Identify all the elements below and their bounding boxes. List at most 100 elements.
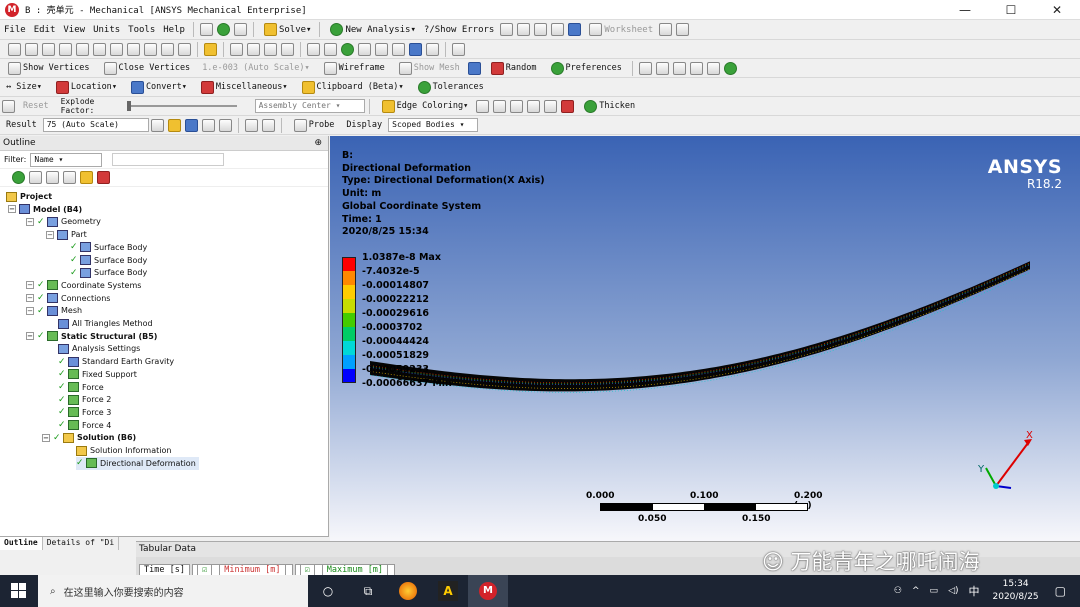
assembly-center-combo[interactable]: Assembly Center ▾ bbox=[254, 99, 365, 113]
pin-icon[interactable]: ⊕ bbox=[314, 136, 322, 151]
iso-view-icon[interactable] bbox=[375, 42, 388, 56]
color-icon[interactable] bbox=[568, 23, 582, 36]
expand-toggle-icon[interactable]: − bbox=[26, 217, 34, 226]
folder-icon[interactable] bbox=[80, 171, 93, 184]
tree-force-4[interactable]: ✓ Force 4 bbox=[58, 419, 111, 432]
edge-select-icon[interactable] bbox=[42, 42, 55, 56]
close-button[interactable]: ✕ bbox=[1034, 0, 1080, 20]
tree-connections[interactable]: − ✓ Connections bbox=[26, 292, 110, 305]
miscellaneous-button[interactable]: Miscellaneous ▾ bbox=[199, 80, 288, 94]
camera-icon[interactable] bbox=[409, 42, 422, 56]
menu-tools[interactable]: Tools bbox=[128, 25, 155, 35]
scale-combo[interactable]: 1.e-003 (Auto Scale) ▾ bbox=[202, 63, 309, 73]
arrows-icon[interactable] bbox=[233, 23, 247, 36]
worksheet-button[interactable]: Worksheet bbox=[587, 23, 653, 36]
select-all-icon[interactable] bbox=[178, 42, 191, 56]
tree-model[interactable]: − Model (B4) bbox=[8, 203, 82, 216]
tree-all-triangles[interactable]: All Triangles Method bbox=[58, 317, 153, 330]
close-vertices-button[interactable]: Close Vertices bbox=[102, 61, 190, 75]
set-view-icon[interactable] bbox=[392, 42, 405, 56]
contour-icon[interactable] bbox=[167, 118, 181, 132]
tray-chevron-icon[interactable]: ^ bbox=[912, 586, 920, 596]
expand-toggle-icon[interactable]: − bbox=[26, 332, 34, 341]
network-icon[interactable]: ▭ bbox=[930, 586, 939, 596]
pan-icon[interactable] bbox=[247, 42, 260, 56]
tree-gravity[interactable]: ✓ Standard Earth Gravity bbox=[58, 355, 174, 368]
tree-surface-body-3[interactable]: ✓ Surface Body bbox=[70, 266, 147, 279]
element-select-icon[interactable] bbox=[127, 42, 140, 56]
play-icon[interactable] bbox=[244, 118, 258, 132]
text-icon[interactable] bbox=[534, 23, 548, 36]
help-pointer-icon[interactable] bbox=[659, 23, 673, 36]
thicken-button[interactable]: Thicken bbox=[582, 99, 635, 113]
tree-directional-deformation[interactable]: ✓ Directional Deformation bbox=[76, 456, 199, 470]
probe-button[interactable]: Probe bbox=[292, 118, 334, 132]
expand-toggle-icon[interactable]: − bbox=[46, 230, 54, 239]
firefox-icon[interactable] bbox=[388, 575, 428, 607]
axis-triad[interactable]: X Y bbox=[976, 426, 1036, 496]
annotation-icon-3[interactable] bbox=[672, 61, 686, 75]
geometry-display-icon[interactable] bbox=[150, 118, 164, 132]
previous-view-icon[interactable] bbox=[358, 42, 371, 56]
node-select-icon[interactable] bbox=[110, 42, 123, 56]
edge-icon-5[interactable] bbox=[544, 99, 558, 113]
edge-icon-4[interactable] bbox=[527, 99, 541, 113]
extend-select-icon[interactable] bbox=[161, 42, 174, 56]
tab-outline[interactable]: Outline bbox=[0, 537, 43, 550]
chart-icon[interactable] bbox=[551, 23, 565, 36]
filter-input[interactable] bbox=[112, 153, 225, 166]
minimize-button[interactable]: — bbox=[942, 0, 988, 20]
task-view-icon[interactable]: ⧉ bbox=[348, 575, 388, 607]
expand-toggle-icon[interactable]: − bbox=[26, 306, 34, 315]
edge-icon-1[interactable] bbox=[476, 99, 490, 113]
tree-surface-body-2[interactable]: ✓ Surface Body bbox=[70, 254, 147, 267]
size-button[interactable]: ↔ Size ▾ bbox=[6, 82, 42, 92]
explode-icon[interactable] bbox=[2, 99, 15, 113]
tree-part[interactable]: − Part bbox=[46, 228, 87, 241]
menu-edit[interactable]: Edit bbox=[34, 25, 56, 35]
tree-fixed-support[interactable]: ✓ Fixed Support bbox=[58, 368, 137, 381]
tree-analysis-settings[interactable]: Analysis Settings bbox=[58, 342, 140, 355]
tree-force-2[interactable]: ✓ Force 2 bbox=[58, 393, 111, 406]
show-vertices-button[interactable]: Show Vertices bbox=[6, 61, 90, 75]
body-select-icon[interactable] bbox=[93, 42, 106, 56]
expand-toggle-icon[interactable]: − bbox=[26, 281, 34, 290]
tree-force-3[interactable]: ✓ Force 3 bbox=[58, 406, 111, 419]
mechanical-taskbar-icon[interactable]: M bbox=[468, 575, 508, 607]
ime-indicator[interactable]: 中 bbox=[969, 583, 980, 599]
annotation-icon-2[interactable] bbox=[655, 61, 669, 75]
annotation-icon-1[interactable] bbox=[638, 61, 652, 75]
clock[interactable]: 15:34 2020/8/25 bbox=[993, 578, 1039, 604]
tag-icon[interactable] bbox=[676, 23, 690, 36]
tree-solution[interactable]: − ✓ Solution (B6) bbox=[42, 431, 136, 444]
notification-icon[interactable]: ▢ bbox=[1055, 584, 1066, 598]
edge-icon-2[interactable] bbox=[493, 99, 507, 113]
filter-combo[interactable]: Name ▾ bbox=[30, 152, 103, 167]
pointer-icon[interactable] bbox=[59, 42, 72, 56]
sort-icon[interactable] bbox=[97, 171, 110, 184]
location-button[interactable]: Location ▾ bbox=[54, 80, 117, 94]
annotation-icon-5[interactable] bbox=[706, 61, 720, 75]
zoom-icon[interactable] bbox=[264, 42, 277, 56]
tree-nav-icon[interactable] bbox=[46, 171, 59, 184]
tree-mesh[interactable]: − ✓ Mesh bbox=[26, 304, 82, 317]
expand-toggle-icon[interactable]: − bbox=[8, 205, 16, 214]
tree-filter-icon[interactable] bbox=[29, 171, 42, 184]
label-icon[interactable] bbox=[261, 118, 275, 132]
select-mode-icon[interactable] bbox=[8, 42, 21, 56]
print-icon[interactable] bbox=[426, 42, 439, 56]
result-scale-combo[interactable]: 75 (Auto Scale) bbox=[42, 118, 149, 132]
zoom-box-icon[interactable] bbox=[281, 42, 294, 56]
menu-units[interactable]: Units bbox=[93, 25, 120, 35]
edge-coloring-button[interactable]: Edge Coloring ▾ bbox=[380, 99, 468, 113]
edge-icon-3[interactable] bbox=[510, 99, 524, 113]
edges-icon[interactable] bbox=[184, 118, 198, 132]
zoom-to-fit-icon[interactable] bbox=[324, 42, 337, 56]
face-select-icon[interactable] bbox=[76, 42, 89, 56]
graphics-viewport[interactable]: B: Directional Deformation Type: Direction… bbox=[330, 136, 1080, 541]
show-errors-button[interactable]: ?/Show Errors bbox=[424, 25, 494, 35]
script-icon[interactable] bbox=[199, 23, 213, 36]
volume-icon[interactable]: ◁) bbox=[948, 586, 958, 596]
random-button[interactable]: Random bbox=[489, 61, 537, 75]
annotation-icon-4[interactable] bbox=[689, 61, 703, 75]
